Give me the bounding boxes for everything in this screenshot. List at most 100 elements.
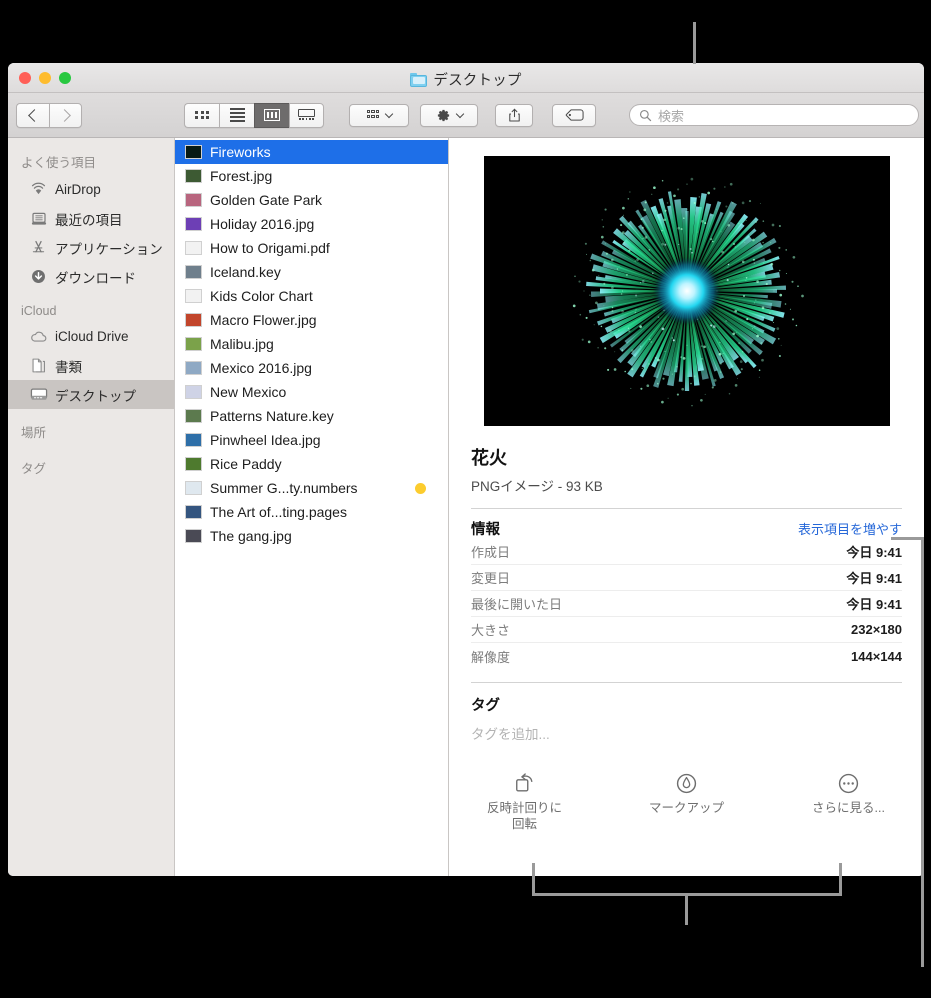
search-input[interactable]: 検索 bbox=[658, 106, 684, 125]
file-list-item[interactable]: New Mexico bbox=[175, 380, 448, 404]
window-titlebar: デスクトップ bbox=[8, 63, 924, 93]
file-list-item[interactable]: Golden Gate Park bbox=[175, 188, 448, 212]
file-list-item[interactable]: Patterns Nature.key bbox=[175, 404, 448, 428]
callout-line-info-right-horizontal bbox=[891, 537, 924, 540]
search-icon bbox=[639, 109, 652, 122]
add-tag-input[interactable]: タグを追加... bbox=[471, 723, 902, 743]
file-list-item[interactable]: Iceland.key bbox=[175, 260, 448, 284]
fireworks-preview-image bbox=[484, 156, 890, 426]
file-list-item[interactable]: Holiday 2016.jpg bbox=[175, 212, 448, 236]
chevron-right-icon bbox=[58, 109, 71, 122]
file-list-item[interactable]: The gang.jpg bbox=[175, 524, 448, 548]
window-title-group: デスクトップ bbox=[8, 69, 924, 90]
file-thumbnail bbox=[185, 289, 202, 303]
arrange-icon bbox=[367, 110, 380, 119]
more-icon bbox=[797, 771, 901, 795]
show-more-link[interactable]: 表示項目を増やす bbox=[798, 519, 902, 538]
file-list-item[interactable]: Forest.jpg bbox=[175, 164, 448, 188]
chevron-down-icon bbox=[384, 109, 392, 117]
file-name-label: Mexico 2016.jpg bbox=[210, 360, 312, 376]
sidebar-item-recents[interactable]: 最近の項目 bbox=[8, 204, 174, 233]
sidebar-item-icloud-drive[interactable]: iCloud Drive bbox=[8, 322, 174, 351]
file-list-item[interactable]: The Art of...ting.pages bbox=[175, 500, 448, 524]
rotate-counterclockwise-button[interactable]: 反時計回りに 回転 bbox=[473, 771, 577, 832]
file-list-item[interactable]: How to Origami.pdf bbox=[175, 236, 448, 260]
finder-window: デスクトップ bbox=[8, 63, 924, 876]
file-thumbnail bbox=[185, 505, 202, 519]
file-thumbnail bbox=[185, 265, 202, 279]
file-name-label: New Mexico bbox=[210, 384, 286, 400]
divider bbox=[471, 508, 902, 509]
preview-subtitle: PNGイメージ - 93 KB bbox=[471, 475, 902, 495]
file-name-label: Macro Flower.jpg bbox=[210, 312, 317, 328]
file-thumbnail bbox=[185, 193, 202, 207]
info-row-key: 解像度 bbox=[471, 647, 510, 666]
arrange-button[interactable] bbox=[349, 104, 409, 127]
file-list-item[interactable]: Kids Color Chart bbox=[175, 284, 448, 308]
sidebar-section-header-locations: 場所 bbox=[8, 418, 174, 445]
info-row-key: 大きさ bbox=[471, 620, 510, 639]
search-field[interactable]: 検索 bbox=[629, 104, 919, 126]
icon-view-button[interactable] bbox=[184, 103, 219, 128]
column-view-button[interactable] bbox=[254, 103, 289, 128]
info-row-value: 今日 9:41 bbox=[846, 542, 902, 561]
sidebar: よく使う項目 AirDrop bbox=[8, 138, 175, 876]
file-list-item[interactable]: Rice Paddy bbox=[175, 452, 448, 476]
sidebar-item-applications[interactable]: アプリケーション bbox=[8, 233, 174, 262]
sidebar-item-documents[interactable]: 書類 bbox=[8, 351, 174, 380]
more-button[interactable]: さらに見る... bbox=[797, 771, 901, 832]
file-name-label: How to Origami.pdf bbox=[210, 240, 330, 256]
info-row-key: 変更日 bbox=[471, 568, 510, 587]
divider bbox=[471, 682, 902, 683]
cover-flow-view-button[interactable] bbox=[289, 103, 324, 128]
share-icon bbox=[508, 108, 521, 123]
back-button[interactable] bbox=[16, 103, 49, 128]
sidebar-item-label: AirDrop bbox=[55, 182, 101, 197]
file-name-label: Pinwheel Idea.jpg bbox=[210, 432, 321, 448]
tag-button[interactable] bbox=[552, 104, 596, 127]
sidebar-item-label: デスクトップ bbox=[55, 385, 136, 405]
file-list-item[interactable]: Summer G...ty.numbers bbox=[175, 476, 448, 500]
file-list-item[interactable]: Macro Flower.jpg bbox=[175, 308, 448, 332]
tag-section-title: タグ bbox=[471, 694, 902, 715]
sidebar-item-label: iCloud Drive bbox=[55, 329, 129, 344]
file-thumbnail bbox=[185, 385, 202, 399]
action-menu-button[interactable] bbox=[420, 104, 478, 127]
info-section-title: 情報 bbox=[471, 518, 500, 539]
file-thumbnail bbox=[185, 529, 202, 543]
file-thumbnail bbox=[185, 409, 202, 423]
file-name-label: Patterns Nature.key bbox=[210, 408, 334, 424]
share-button[interactable] bbox=[495, 104, 533, 127]
sidebar-item-downloads[interactable]: ダウンロード bbox=[8, 262, 174, 291]
callout-line-preview-top bbox=[693, 22, 696, 64]
file-thumbnail bbox=[185, 481, 202, 495]
file-thumbnail bbox=[185, 145, 202, 159]
file-thumbnail bbox=[185, 169, 202, 183]
info-row-key: 最後に開いた日 bbox=[471, 594, 562, 613]
file-list-item[interactable]: Mexico 2016.jpg bbox=[175, 356, 448, 380]
file-list-item[interactable]: Pinwheel Idea.jpg bbox=[175, 428, 448, 452]
chevron-left-icon bbox=[28, 109, 41, 122]
columns-icon bbox=[264, 109, 280, 121]
navigation-buttons bbox=[16, 103, 82, 128]
gear-icon bbox=[436, 108, 451, 123]
rotate-counterclockwise-label: 反時計回りに 回転 bbox=[473, 800, 577, 832]
markup-button[interactable]: マークアップ bbox=[635, 771, 739, 832]
file-list[interactable]: Fireworks Forest.jpg Golden Gate Park Holid… bbox=[175, 138, 449, 876]
sidebar-section-header-tags: タグ bbox=[8, 454, 174, 481]
info-row: 変更日今日 9:41 bbox=[471, 565, 902, 591]
list-view-button[interactable] bbox=[219, 103, 254, 128]
forward-button[interactable] bbox=[49, 103, 82, 128]
sidebar-item-airdrop[interactable]: AirDrop bbox=[8, 175, 174, 204]
info-row-value: 232×180 bbox=[851, 622, 902, 637]
file-list-item[interactable]: Malibu.jpg bbox=[175, 332, 448, 356]
file-name-label: Golden Gate Park bbox=[210, 192, 322, 208]
more-label: さらに見る... bbox=[797, 800, 901, 816]
file-list-item[interactable]: Fireworks bbox=[175, 140, 448, 164]
file-name-label: The gang.jpg bbox=[210, 528, 292, 544]
window-toolbar: 検索 bbox=[8, 93, 924, 138]
sidebar-item-desktop[interactable]: デスクトップ bbox=[8, 380, 174, 409]
callout-bracket-right bbox=[839, 863, 842, 896]
file-name-label: Forest.jpg bbox=[210, 168, 272, 184]
callout-bracket-left bbox=[532, 863, 535, 896]
